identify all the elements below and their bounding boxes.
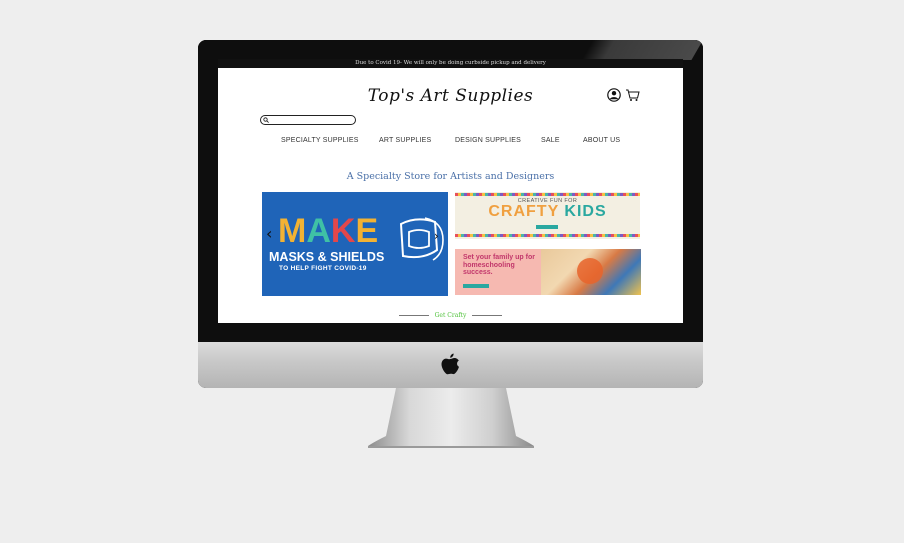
make-caption: TO HELP FIGHT COVID-19 [279,265,367,272]
divider-line [398,315,429,316]
nav-specialty-supplies[interactable]: SPECIALTY SUPPLIES [281,137,359,144]
kids-word: KIDS [564,203,607,220]
nav-about-us[interactable]: ABOUT US [583,137,620,144]
homeschool-heading: Set your family up for homeschooling suc… [463,254,535,276]
decorative-stripe [455,234,640,237]
carousel-next-icon[interactable]: › [434,228,439,244]
make-letter: E [355,212,379,250]
make-letter: A [306,212,331,250]
imac-monitor: Due to Covid 19- We will only be doing c… [198,40,703,388]
mask-illustration-icon [399,217,444,261]
search-icon [263,117,269,123]
homeschool-shop-button[interactable] [463,284,489,288]
craft-supplies-photo [541,249,641,295]
website-screen: Due to Covid 19- We will only be doing c… [218,59,683,323]
nav-design-supplies[interactable]: DESIGN SUPPLIES [455,137,521,144]
make-subheading: MASKS & SHIELDS [269,250,385,264]
make-heading: MAKE [278,214,378,248]
store-tagline: A Specialty Store for Artists and Design… [346,171,555,182]
bezel-reflection [581,40,703,60]
monitor-chin [198,342,703,388]
make-letter: K [330,212,356,250]
monitor-stand [368,388,534,448]
crafty-title: CRAFTY KIDS [455,203,640,221]
main-nav: SPECIALTY SUPPLIES ART SUPPLIES DESIGN S… [218,137,683,147]
cart-icon[interactable] [625,88,640,102]
section-divider: Get Crafty [218,312,683,319]
banner-crafty-kids[interactable]: CREATIVE FUN FOR CRAFTY KIDS [455,192,640,239]
nav-art-supplies[interactable]: ART SUPPLIES [379,137,431,144]
divider-line [472,315,503,316]
banner-make-masks[interactable]: MAKE MASKS & SHIELDS TO HELP FIGHT COVID… [262,192,448,296]
make-letter: M [278,212,307,250]
search-input[interactable] [260,115,356,125]
get-crafty-label: Get Crafty [434,312,467,319]
crafty-word: CRAFTY [488,203,559,220]
monitor-bezel: Due to Covid 19- We will only be doing c… [198,40,703,342]
announcement-bar: Due to Covid 19- We will only be doing c… [218,59,683,68]
carousel-prev-icon[interactable]: ‹ [266,226,272,242]
crafty-shop-button[interactable] [536,225,558,229]
banner-homeschooling[interactable]: Set your family up for homeschooling suc… [455,249,641,295]
nav-sale[interactable]: SALE [541,137,560,144]
apple-logo-icon [441,353,459,375]
user-icon[interactable] [607,88,621,102]
decorative-stripe [455,193,640,196]
